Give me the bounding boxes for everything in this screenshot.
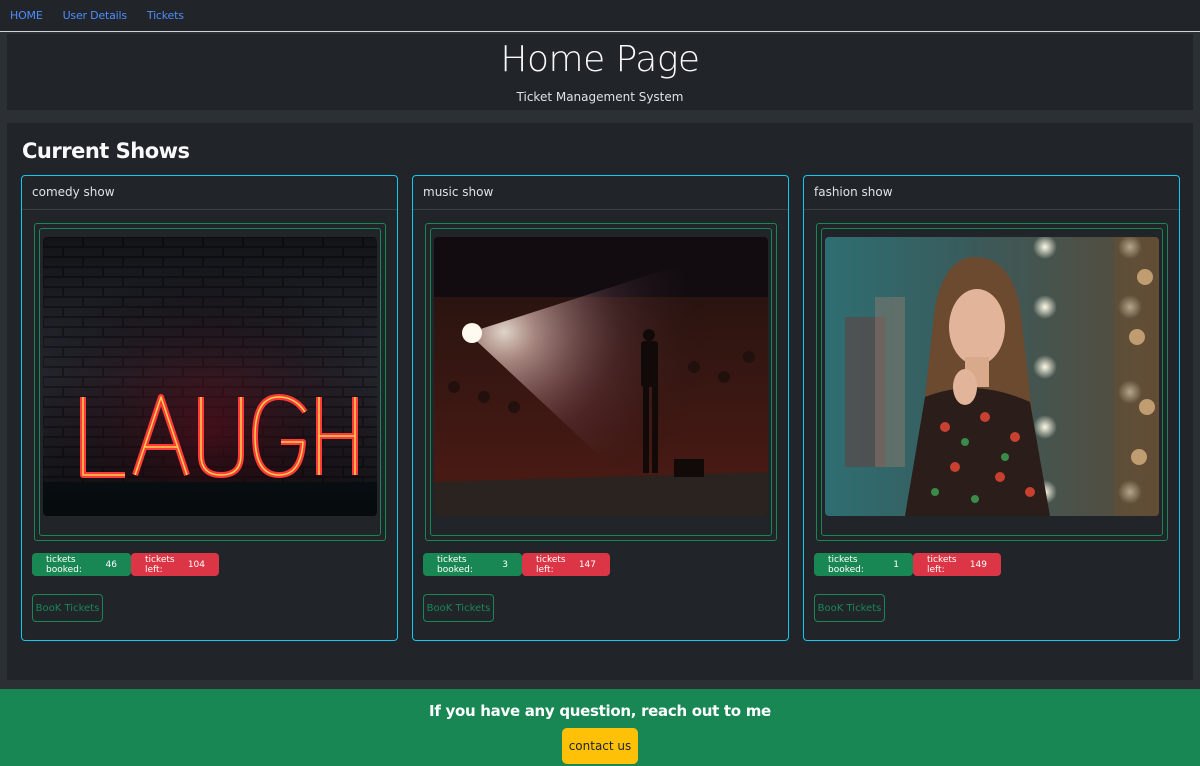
- show-image-concert: [434, 237, 768, 516]
- ticket-badges: tickets booked: 3 tickets left: 147: [423, 553, 610, 576]
- top-navbar: HOME User Details Tickets: [0, 0, 1200, 32]
- tickets-booked-label: tickets booked:: [46, 554, 82, 575]
- nav-user-details-link[interactable]: User Details: [63, 9, 128, 22]
- tickets-booked-count: 46: [105, 559, 117, 570]
- tickets-left-label: tickets left:: [536, 554, 566, 575]
- shows-section: Current Shows comedy show tickets booked…: [7, 123, 1193, 680]
- tickets-booked-count: 1: [893, 559, 899, 570]
- show-card-title: comedy show: [22, 176, 397, 210]
- show-image-laugh: [43, 237, 377, 516]
- ticket-badges: tickets booked: 46 tickets left: 104: [32, 553, 219, 576]
- page-header: Home Page Ticket Management System: [7, 34, 1193, 110]
- tickets-left-count: 104: [187, 559, 205, 570]
- show-card-title: music show: [413, 176, 788, 210]
- nav-tickets-link[interactable]: Tickets: [147, 9, 184, 22]
- show-card-music: music show tickets booked: 3 tickets lef…: [412, 175, 789, 641]
- tickets-left-badge: tickets left: 104: [131, 553, 219, 576]
- footer-text: If you have any question, reach out to m…: [429, 702, 771, 720]
- show-card-fashion: fashion show tickets booked: 1 tickets l…: [803, 175, 1180, 641]
- tickets-booked-badge: tickets booked: 46: [32, 553, 131, 576]
- page-title: Home Page: [500, 39, 700, 80]
- show-image-fashion: [825, 237, 1159, 516]
- section-title: Current Shows: [22, 139, 190, 163]
- tickets-left-count: 147: [578, 559, 596, 570]
- tickets-left-badge: tickets left: 149: [913, 553, 1001, 576]
- book-tickets-button[interactable]: BooK Tickets: [32, 594, 103, 622]
- tickets-left-count: 149: [969, 559, 987, 570]
- ticket-badges: tickets booked: 1 tickets left: 149: [814, 553, 1001, 576]
- tickets-left-badge: tickets left: 147: [522, 553, 610, 576]
- page-subtitle: Ticket Management System: [516, 90, 684, 104]
- show-card-comedy: comedy show tickets booked: 46 tickets l…: [21, 175, 398, 641]
- tickets-left-label: tickets left:: [145, 554, 175, 575]
- contact-us-button[interactable]: contact us: [562, 728, 638, 764]
- book-tickets-button[interactable]: BooK Tickets: [814, 594, 885, 622]
- tickets-booked-label: tickets booked:: [828, 554, 864, 575]
- tickets-booked-badge: tickets booked: 1: [814, 553, 913, 576]
- book-tickets-button[interactable]: BooK Tickets: [423, 594, 494, 622]
- footer: If you have any question, reach out to m…: [0, 689, 1200, 766]
- nav-home-link[interactable]: HOME: [10, 9, 43, 22]
- tickets-booked-label: tickets booked:: [437, 554, 473, 575]
- show-card-title: fashion show: [804, 176, 1179, 210]
- tickets-booked-badge: tickets booked: 3: [423, 553, 522, 576]
- tickets-booked-count: 3: [502, 559, 508, 570]
- tickets-left-label: tickets left:: [927, 554, 957, 575]
